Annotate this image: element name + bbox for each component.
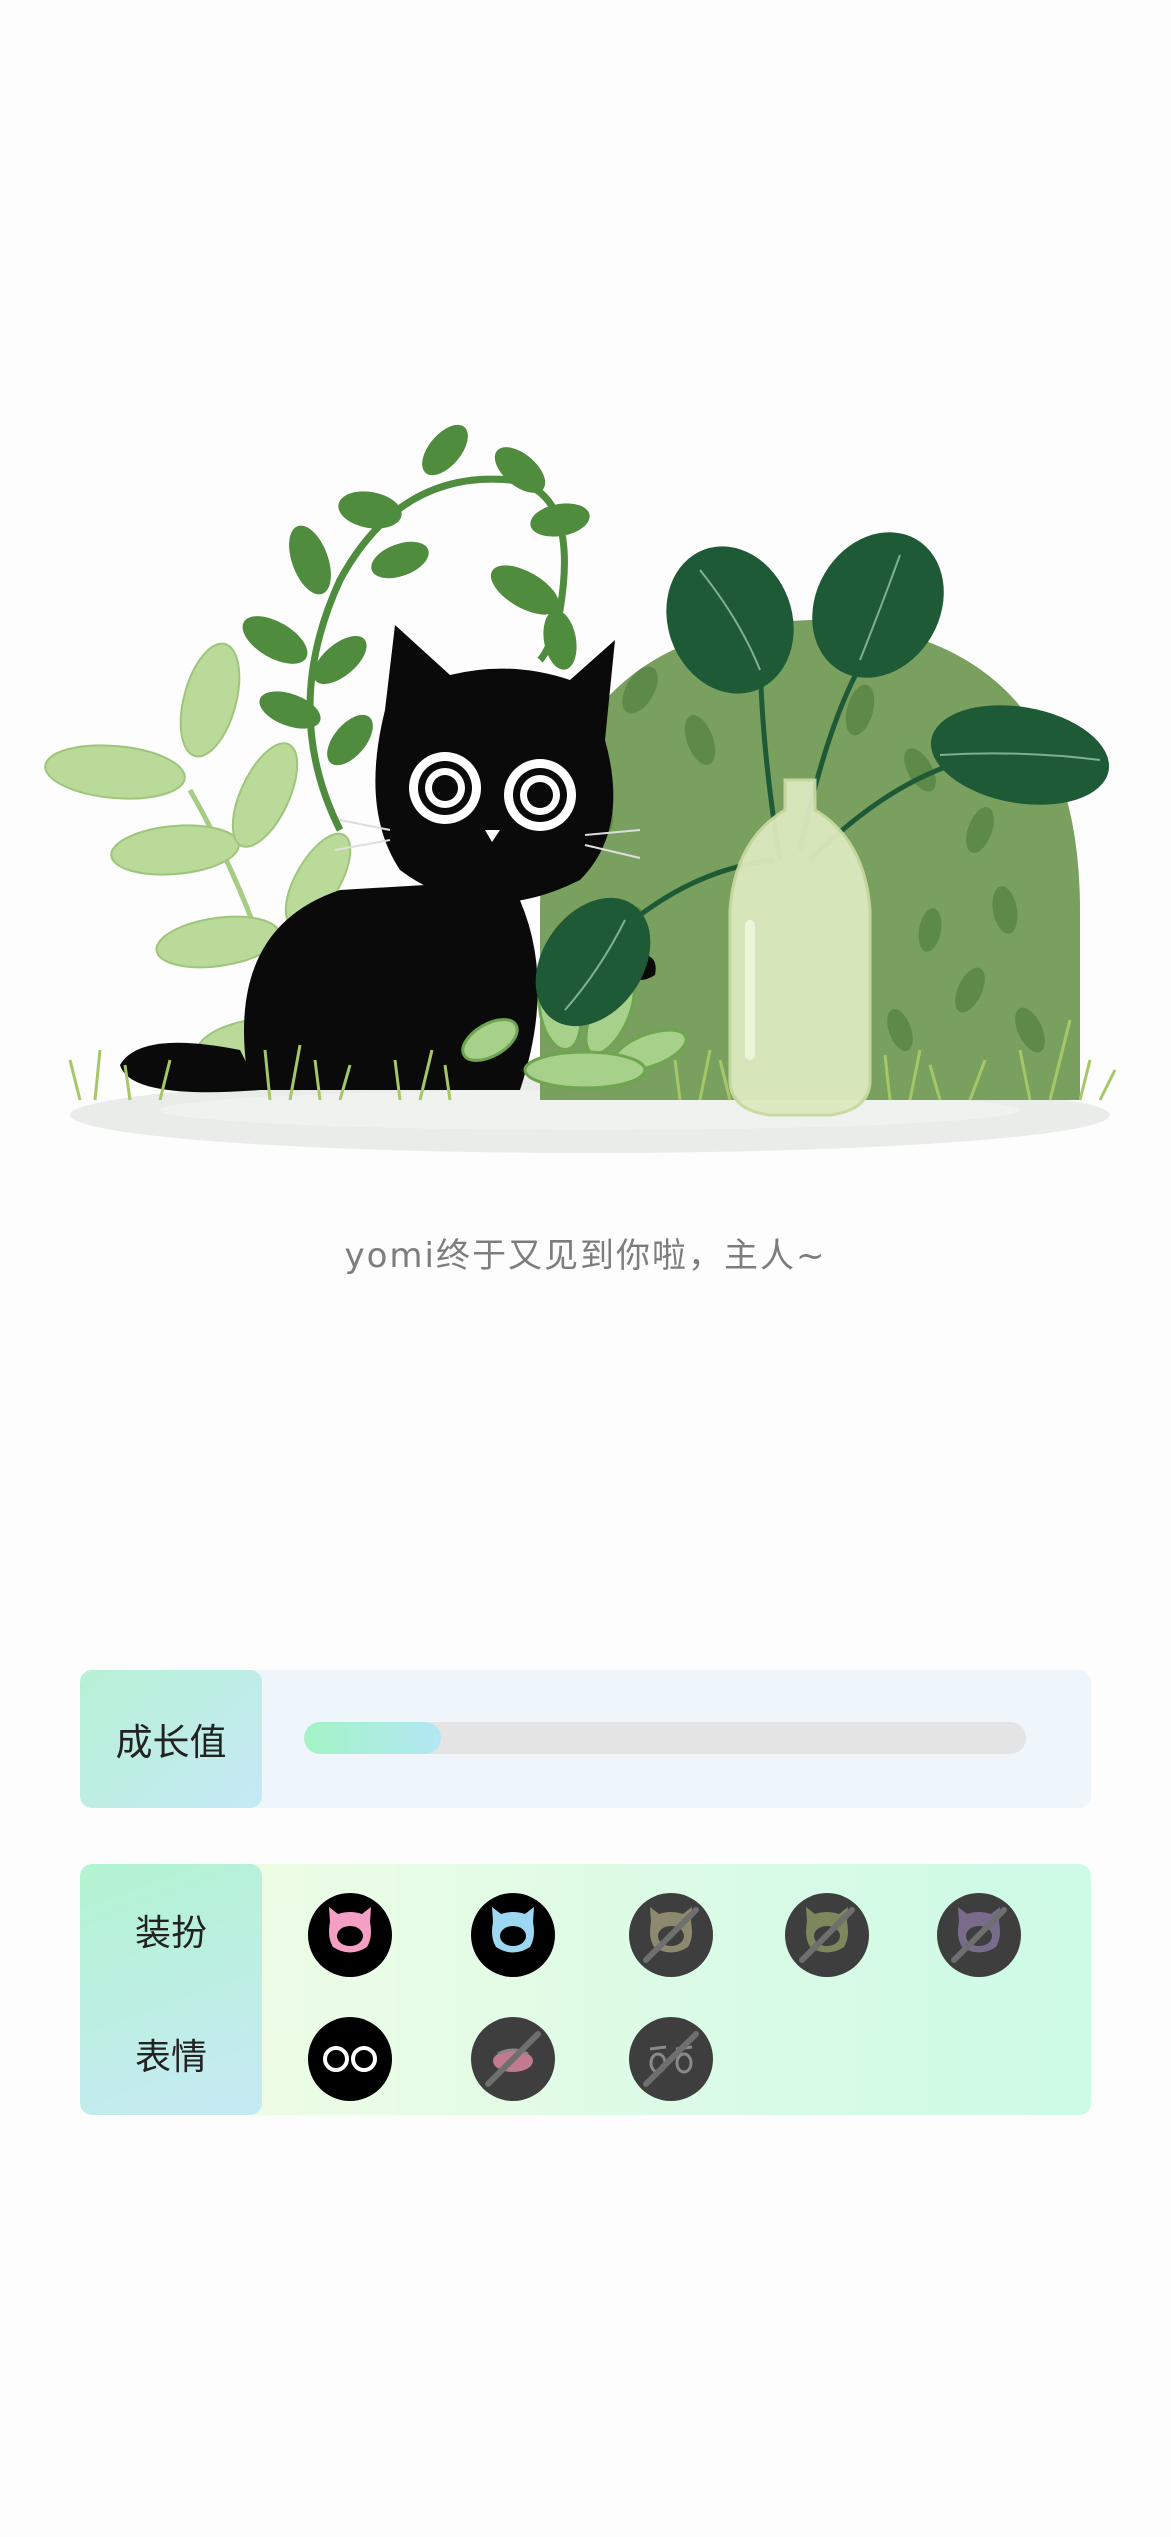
- blush-mouth-option[interactable]: [470, 2016, 556, 2102]
- cat-head: [375, 625, 615, 903]
- round-eyes-option[interactable]: [307, 2016, 393, 2102]
- blue-cat-icon: [471, 1893, 555, 1977]
- customize-panel: 装扮 表情: [80, 1864, 1091, 2115]
- growth-panel: 成长值: [80, 1670, 1091, 1808]
- sleepy-eyes-icon: [629, 2017, 713, 2101]
- pink-cat-icon: [308, 1893, 392, 1977]
- growth-progress-bar: [304, 1722, 1026, 1754]
- growth-progress-fill: [304, 1722, 442, 1754]
- purple-cat-option[interactable]: [936, 1892, 1022, 1978]
- beige-cat-icon: [629, 1893, 713, 1977]
- olive-cat-option[interactable]: [784, 1892, 870, 1978]
- olive-cat-icon: [785, 1893, 869, 1977]
- pink-cat-option[interactable]: [307, 1892, 393, 1978]
- purple-cat-icon: [937, 1893, 1021, 1977]
- growth-label: 成长值: [80, 1670, 262, 1808]
- dress-row-label: 装扮: [134, 1913, 207, 1954]
- sleepy-eyes-option[interactable]: [628, 2016, 714, 2102]
- blue-cat-option[interactable]: [470, 1892, 556, 1978]
- face-row-label: 表情: [134, 2037, 207, 2078]
- blush-mouth-icon: [471, 2017, 555, 2101]
- round-eyes-icon: [308, 2017, 392, 2101]
- cat-plant-illustration: [44, 424, 1117, 1153]
- cat-tail: [120, 1042, 260, 1093]
- greeting-text: yomi终于又见到你啦，主人~: [344, 1236, 827, 1276]
- beige-cat-option[interactable]: [628, 1892, 714, 1978]
